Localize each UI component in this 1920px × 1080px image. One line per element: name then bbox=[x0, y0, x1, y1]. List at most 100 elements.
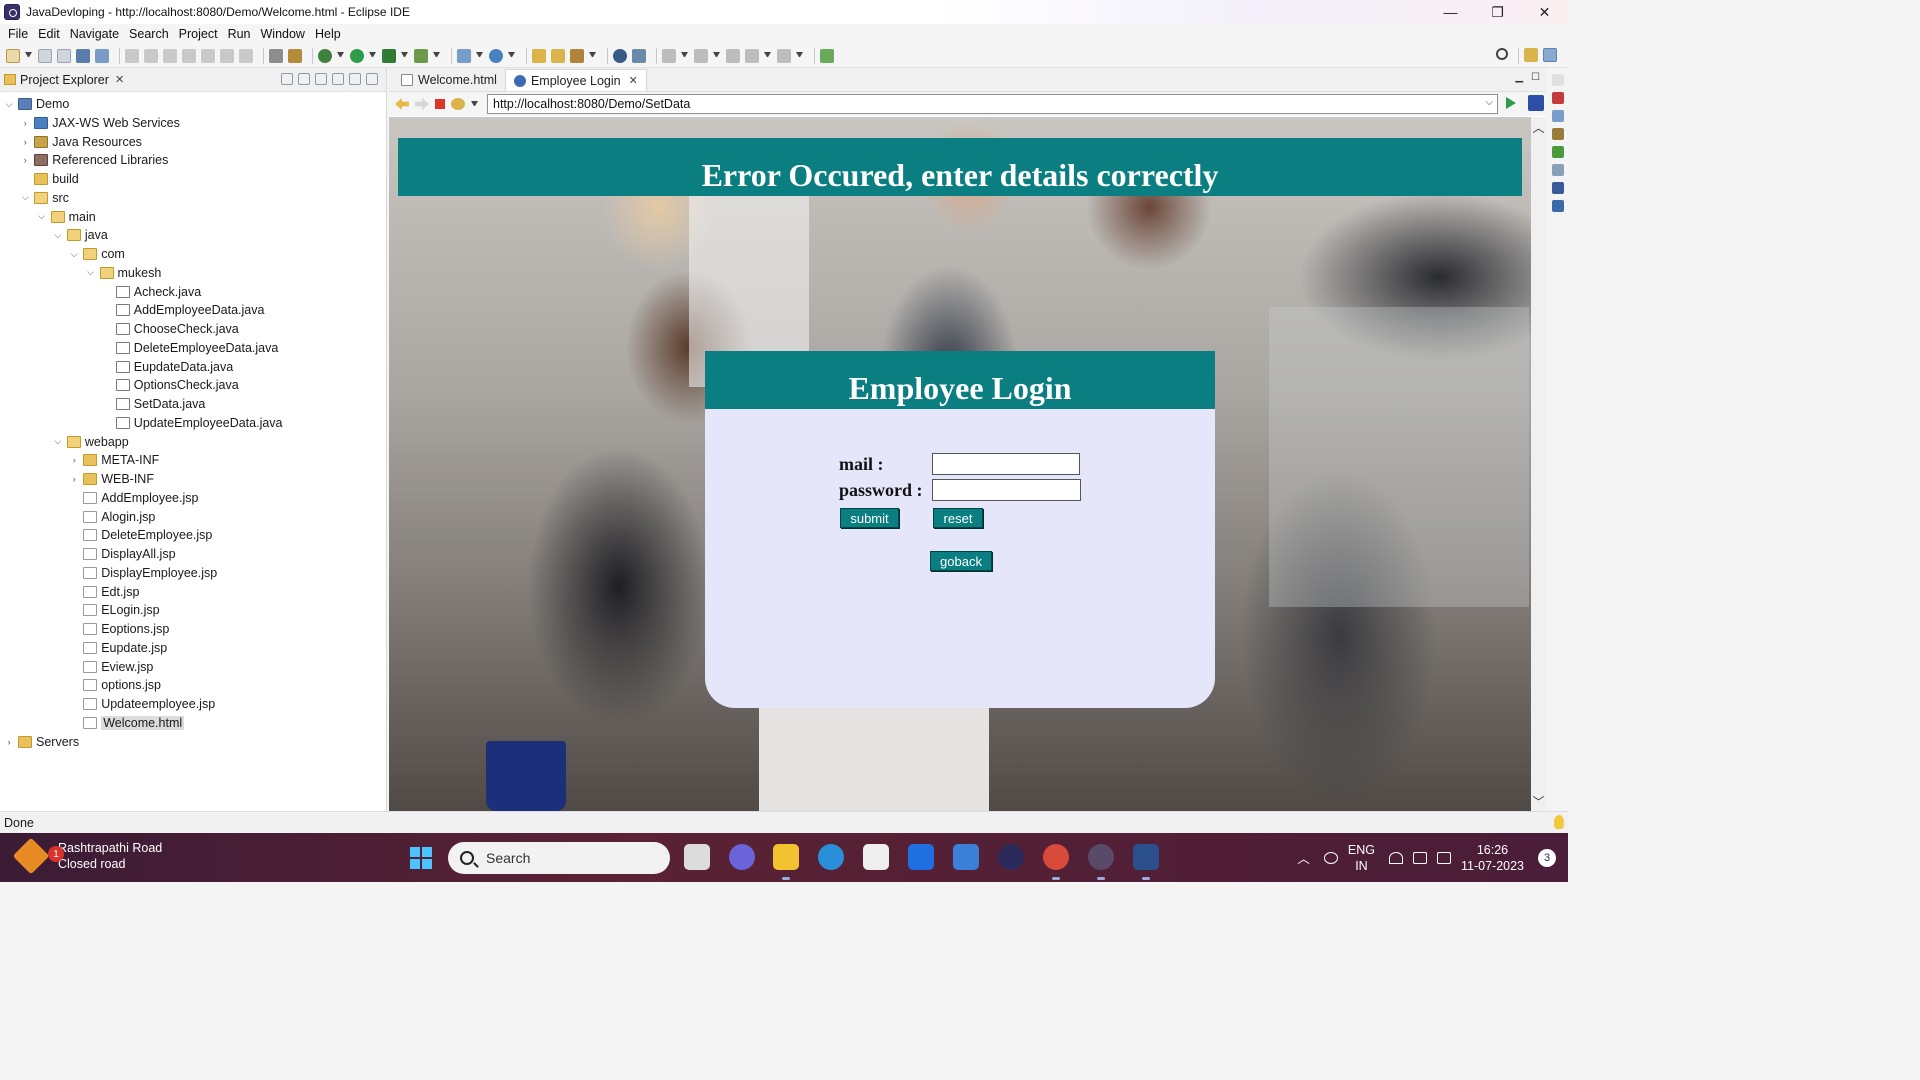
close-icon[interactable]: ✕ bbox=[115, 73, 124, 86]
search-icon[interactable] bbox=[1496, 48, 1508, 60]
tree-item[interactable]: Acheck.java bbox=[101, 283, 201, 301]
tree-item[interactable]: › META-INF bbox=[68, 451, 160, 469]
step-over-icon[interactable] bbox=[220, 48, 234, 63]
forward-arrow-icon[interactable] bbox=[415, 98, 429, 110]
chevron-down-icon[interactable] bbox=[713, 52, 720, 59]
save-icon[interactable] bbox=[38, 48, 52, 63]
scroll-down-icon[interactable]: ﹀ bbox=[1531, 793, 1546, 809]
refresh-icon[interactable] bbox=[451, 98, 465, 110]
collapse-all-icon[interactable] bbox=[281, 73, 293, 85]
chevron-right-icon[interactable]: › bbox=[68, 455, 80, 465]
chevron-down-icon[interactable]: ⌵ bbox=[36, 211, 48, 222]
chevron-right-icon[interactable]: › bbox=[19, 137, 31, 147]
teams-chat-icon[interactable] bbox=[729, 844, 755, 870]
chevron-down-icon[interactable] bbox=[25, 52, 32, 59]
tree-item[interactable]: ⌵ java bbox=[52, 226, 107, 244]
tree-item[interactable]: SetData.java bbox=[101, 395, 205, 413]
speaker-icon[interactable] bbox=[1412, 851, 1427, 864]
close-icon[interactable]: ✕ bbox=[629, 74, 638, 87]
tree-item[interactable]: Edt.jsp bbox=[68, 583, 139, 601]
chevron-right-icon[interactable]: › bbox=[3, 737, 15, 747]
back-arrow-icon[interactable] bbox=[395, 98, 409, 110]
menu-help[interactable]: Help bbox=[310, 27, 346, 41]
weather-widget[interactable]: 1 Rashtrapathi Road Closed road bbox=[12, 837, 162, 875]
windows-start-icon[interactable] bbox=[410, 847, 432, 869]
file-explorer-icon[interactable] bbox=[773, 844, 799, 880]
tree-item[interactable]: ELogin.jsp bbox=[68, 601, 160, 619]
clock[interactable]: 16:26 11-07-2023 bbox=[1461, 842, 1524, 874]
disconnect-icon[interactable] bbox=[182, 48, 196, 63]
properties-view-icon[interactable] bbox=[1552, 164, 1564, 176]
input-language[interactable]: ENG IN bbox=[1348, 842, 1375, 874]
tree-item[interactable]: Welcome.html bbox=[68, 714, 185, 732]
chevron-down-icon[interactable]: ⌵ bbox=[52, 230, 64, 241]
chevron-down-icon[interactable] bbox=[796, 52, 803, 59]
chevron-down-icon[interactable]: ⌵ bbox=[19, 192, 31, 203]
stop-icon[interactable] bbox=[435, 99, 445, 109]
maximize-editor-icon[interactable]: ☐ bbox=[1531, 72, 1540, 83]
chevron-down-icon[interactable] bbox=[471, 100, 478, 108]
menu-navigate[interactable]: Navigate bbox=[65, 27, 124, 41]
link-editor-icon[interactable] bbox=[298, 73, 310, 85]
microsoft-store-icon[interactable] bbox=[863, 844, 889, 870]
skip-breakpoints-icon[interactable] bbox=[95, 48, 109, 63]
tree-item[interactable]: options.jsp bbox=[68, 676, 161, 694]
project-explorer-tab[interactable]: Project Explorer ✕ bbox=[0, 68, 386, 92]
perspective-icon[interactable] bbox=[1524, 48, 1538, 62]
chevron-down-icon[interactable] bbox=[401, 52, 408, 59]
chevron-down-icon[interactable]: ⌵ bbox=[52, 436, 64, 447]
menu-file[interactable]: File bbox=[3, 27, 33, 41]
wifi-icon[interactable] bbox=[1388, 851, 1403, 864]
eclipse-taskbar-icon[interactable] bbox=[998, 844, 1024, 870]
task-list-icon[interactable] bbox=[1552, 128, 1564, 140]
menu-search[interactable]: Search bbox=[124, 27, 174, 41]
back-arrow-icon[interactable] bbox=[745, 48, 759, 63]
minimize-editor-icon[interactable]: ▁ bbox=[1515, 72, 1523, 83]
page-scrollbar[interactable]: ︿ ﹀ bbox=[1531, 117, 1546, 811]
external-tools-icon[interactable] bbox=[414, 48, 428, 63]
restore-button[interactable]: ❐ bbox=[1474, 0, 1521, 24]
step-into-icon[interactable] bbox=[201, 48, 215, 63]
tree-item[interactable]: ⌵ main bbox=[36, 208, 96, 226]
tree-item[interactable]: ⌵ src bbox=[19, 189, 69, 207]
save-all-icon[interactable] bbox=[57, 48, 71, 63]
chevron-down-icon[interactable]: ⌵ bbox=[3, 99, 15, 110]
submit-button[interactable]: submit bbox=[840, 508, 899, 528]
menu-edit[interactable]: Edit bbox=[33, 27, 65, 41]
tree-item[interactable]: build bbox=[19, 170, 79, 188]
run-icon[interactable] bbox=[350, 48, 364, 63]
chevron-down-icon[interactable] bbox=[508, 52, 515, 59]
tree-item[interactable]: ⌵ mukesh bbox=[85, 264, 161, 282]
tree-item[interactable]: Eview.jsp bbox=[68, 658, 153, 676]
menu-icon[interactable] bbox=[332, 73, 344, 85]
taskbar-search[interactable]: Search bbox=[448, 842, 670, 874]
refactor-icon[interactable] bbox=[288, 48, 302, 63]
chevron-right-icon[interactable]: › bbox=[68, 474, 80, 484]
tree-item[interactable]: DisplayEmployee.jsp bbox=[68, 564, 217, 582]
terminate-icon[interactable] bbox=[163, 48, 177, 63]
resume-icon[interactable] bbox=[125, 48, 139, 63]
tree-item[interactable]: DisplayAll.jsp bbox=[68, 545, 176, 563]
minimize-button[interactable]: — bbox=[1427, 0, 1474, 24]
tree-item[interactable]: › Java Resources bbox=[19, 133, 142, 151]
minimize-view-icon[interactable] bbox=[349, 73, 361, 85]
goback-button[interactable]: goback bbox=[930, 551, 992, 571]
tree-item[interactable]: › Servers bbox=[3, 733, 80, 751]
chevron-down-icon[interactable]: ⌵ bbox=[68, 249, 80, 260]
new-class-icon[interactable] bbox=[489, 48, 503, 63]
close-button[interactable]: ✕ bbox=[1521, 0, 1568, 24]
chevron-down-icon[interactable]: ⌵ bbox=[1485, 97, 1493, 108]
open-resource-icon[interactable] bbox=[551, 48, 565, 63]
chevron-down-icon[interactable] bbox=[764, 52, 771, 59]
chevron-down-icon[interactable]: ⌵ bbox=[85, 267, 97, 278]
tree-item[interactable]: AddEmployee.jsp bbox=[68, 489, 198, 507]
forward-arrow-icon[interactable] bbox=[777, 48, 791, 63]
annotation-icon[interactable] bbox=[662, 48, 676, 63]
external-browser-icon[interactable] bbox=[1528, 95, 1544, 111]
tree-item[interactable]: AddEmployeeData.java bbox=[101, 301, 264, 319]
tree-item[interactable]: ⌵ webapp bbox=[52, 433, 128, 451]
tab-employee-login[interactable]: Employee Login ✕ bbox=[504, 69, 647, 91]
menu-project[interactable]: Project bbox=[174, 27, 223, 41]
step-return-icon[interactable] bbox=[239, 48, 253, 63]
maximize-view-icon[interactable] bbox=[366, 73, 378, 85]
